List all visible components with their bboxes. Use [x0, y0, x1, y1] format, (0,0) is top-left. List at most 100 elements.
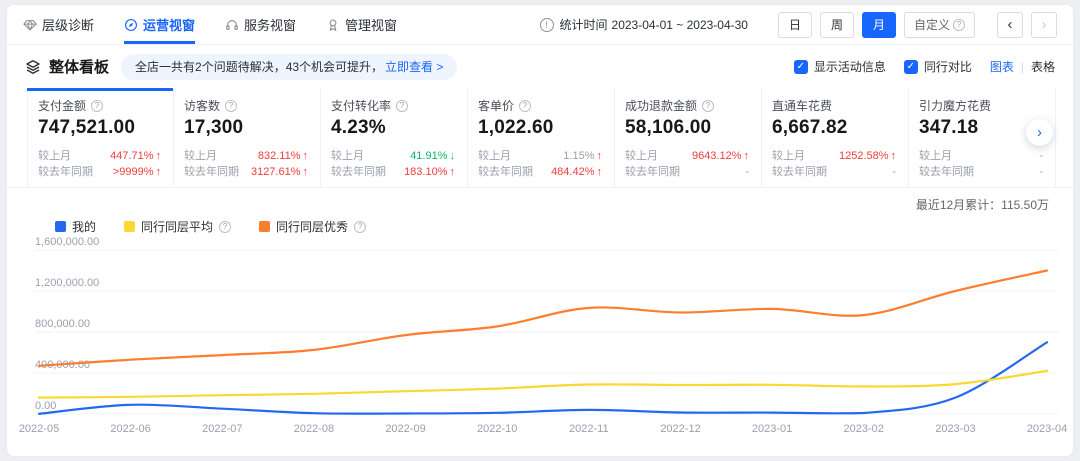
series-line-peer-average [39, 371, 1047, 398]
metric-title-text: 访客数 [184, 97, 220, 114]
x-axis-tick: 2022-05 [19, 423, 59, 435]
x-axis-tick: 2022-06 [110, 423, 150, 435]
help-icon[interactable]: ? [519, 100, 531, 112]
compare-number: - [745, 164, 749, 180]
prev-period-button[interactable]: ‹ [997, 12, 1023, 38]
help-icon[interactable]: ? [225, 100, 237, 112]
compare-number: 183.10% [404, 164, 447, 180]
period-week-button[interactable]: 周 [820, 12, 854, 38]
compare-label: 较上月 [331, 148, 364, 164]
compare-row: 较上月9643.12%↑ [625, 148, 749, 164]
tab-label: 管理视窗 [345, 15, 397, 34]
compare-label: 较去年同期 [184, 164, 239, 180]
tab-management-view[interactable]: 管理视窗 [326, 5, 397, 44]
arrow-up-icon: ↑ [744, 148, 750, 164]
compare-number: >9999% [113, 164, 154, 180]
metric-title-text: 成功退款金额 [625, 97, 697, 114]
compare-number: 832.11% [258, 148, 301, 164]
gem-icon [23, 18, 37, 32]
compare-value: 183.10%↑ [404, 164, 455, 180]
help-icon[interactable]: ? [91, 100, 103, 112]
last-12-months-total: 最近12月累计：115.50万 [916, 196, 1049, 213]
cards-scroll-next-button[interactable]: › [1026, 119, 1053, 146]
metric-card-refund-amount[interactable]: 成功退款金额? 58,106.00 较上月9643.12%↑较去年同期- [615, 88, 762, 187]
compare-value: 3127.61%↑ [251, 164, 308, 180]
compare-row: 较上月- [919, 148, 1043, 164]
checkbox-show-activity[interactable]: ✓ 显示活动信息 [794, 58, 886, 75]
compare-label: 较上月 [478, 148, 511, 164]
metric-title: 支付金额? [38, 97, 161, 114]
metric-card-visitors[interactable]: 访客数?17,300较上月832.11%↑较去年同期3127.61%↑ [174, 88, 321, 187]
y-axis-tick: 0.00 [35, 400, 56, 412]
compare-row: 较上月1252.58%↑ [772, 148, 896, 164]
view-now-link[interactable]: 立即查看 > [385, 58, 443, 75]
next-period-button[interactable]: › [1031, 12, 1057, 38]
compare-number: 41.91% [410, 148, 447, 164]
metric-card-conversion-rate[interactable]: 支付转化率?4.23%较上月41.91%↓较去年同期183.10%↑ [321, 88, 468, 187]
compare-row: 较上月447.71%↑ [38, 148, 161, 164]
checkbox-icon[interactable]: ✓ [794, 60, 808, 74]
compare-value: 484.42%↑ [551, 164, 602, 180]
checkbox-peer-compare[interactable]: ✓同行对比 [904, 58, 972, 75]
stat-time-label: 统计时间 [560, 16, 608, 33]
metric-value: 1,022.60 [478, 117, 602, 139]
compare-label: 较上月 [772, 148, 805, 164]
chart-view-toggle[interactable]: 图表 [990, 58, 1014, 75]
metric-card-ztc-spend[interactable]: 直通车花费6,667.82较上月1252.58%↑较去年同期- [762, 88, 909, 187]
compare-value: - [745, 164, 749, 180]
compare-number: 484.42% [551, 164, 594, 180]
topbar-right: ! 统计时间 2023-04-01 ~ 2023-04-30 日周月自定义? ‹… [540, 5, 1057, 44]
compare-label: 较上月 [38, 148, 71, 164]
x-axis-tick: 2022-08 [294, 423, 334, 435]
arrow-up-icon: ↑ [597, 164, 603, 180]
compare-number: - [1039, 164, 1043, 180]
x-axis-tick: 2023-01 [752, 423, 792, 435]
tab-label: 运营视窗 [143, 15, 195, 34]
y-axis-tick: 800,000.00 [35, 318, 90, 330]
period-month-button[interactable]: 月 [862, 12, 896, 38]
period-label: 月 [873, 16, 885, 33]
kanban-left: 整体看板 全店一共有2个问题待解决，43个机会可提升， 立即查看 > [25, 54, 457, 80]
badge-icon [326, 18, 340, 32]
metric-title: 客单价? [478, 97, 602, 114]
table-view-toggle[interactable]: 表格 [1031, 58, 1055, 75]
compare-label: 较上月 [919, 148, 952, 164]
help-icon[interactable]: ? [953, 19, 965, 31]
period-label: 自定义 [914, 16, 950, 33]
x-axis-tick: 2022-09 [385, 423, 425, 435]
compare-label: 较去年同期 [478, 164, 533, 180]
compare-number: 3127.61% [251, 164, 301, 180]
tab-service-view[interactable]: 服务视窗 [225, 5, 296, 44]
help-icon[interactable]: ? [702, 100, 714, 112]
compare-number: 9643.12% [692, 148, 742, 164]
series-line-peer-excellent [39, 271, 1047, 366]
metric-card-payment-amount[interactable]: 支付金额?747,521.00较上月447.71%↑较去年同期>9999%↑ [27, 88, 174, 187]
compare-label: 较去年同期 [919, 164, 974, 180]
compare-value: - [892, 164, 896, 180]
help-icon[interactable]: ? [396, 100, 408, 112]
checkbox-icon[interactable]: ✓ [904, 60, 918, 74]
notice-text: 全店一共有2个问题待解决，43个机会可提升， [135, 58, 383, 75]
y-axis-tick: 1,200,000.00 [35, 277, 99, 289]
tab-level-diagnosis[interactable]: 层级诊断 [23, 5, 94, 44]
compare-label: 较去年同期 [772, 164, 827, 180]
dashboard-panel: 层级诊断运营视窗服务视窗管理视窗 ! 统计时间 2023-04-01 ~ 202… [6, 4, 1074, 457]
tab-operations-view[interactable]: 运营视窗 [124, 5, 195, 44]
top-navbar: 层级诊断运营视窗服务视窗管理视窗 ! 统计时间 2023-04-01 ~ 202… [7, 5, 1073, 45]
metric-title-text: 支付转化率 [331, 97, 391, 114]
metric-card-avg-order-value[interactable]: 客单价?1,022.60较上月1.15%↑较去年同期484.42%↑ [468, 88, 615, 187]
metric-value: 58,106.00 [625, 117, 749, 139]
tab-label: 层级诊断 [42, 15, 94, 34]
kanban-row: 整体看板 全店一共有2个问题待解决，43个机会可提升， 立即查看 > ✓ 显示活动… [7, 45, 1073, 88]
compass-icon [124, 18, 138, 32]
x-axis-tick: 2022-11 [569, 423, 609, 435]
period-custom-button[interactable]: 自定义? [904, 12, 975, 38]
metric-title: 访客数? [184, 97, 308, 114]
checkbox-label: 显示活动信息 [814, 58, 886, 75]
y-axis-tick: 1,600,000.00 [35, 236, 99, 248]
arrow-up-icon: ↑ [303, 164, 309, 180]
metric-title-text: 客单价 [478, 97, 514, 114]
compare-row: 较去年同期- [625, 164, 749, 180]
period-day-button[interactable]: 日 [778, 12, 812, 38]
trend-chart[interactable]: 0.00400,000.00800,000.001,200,000.001,60… [7, 225, 1074, 457]
